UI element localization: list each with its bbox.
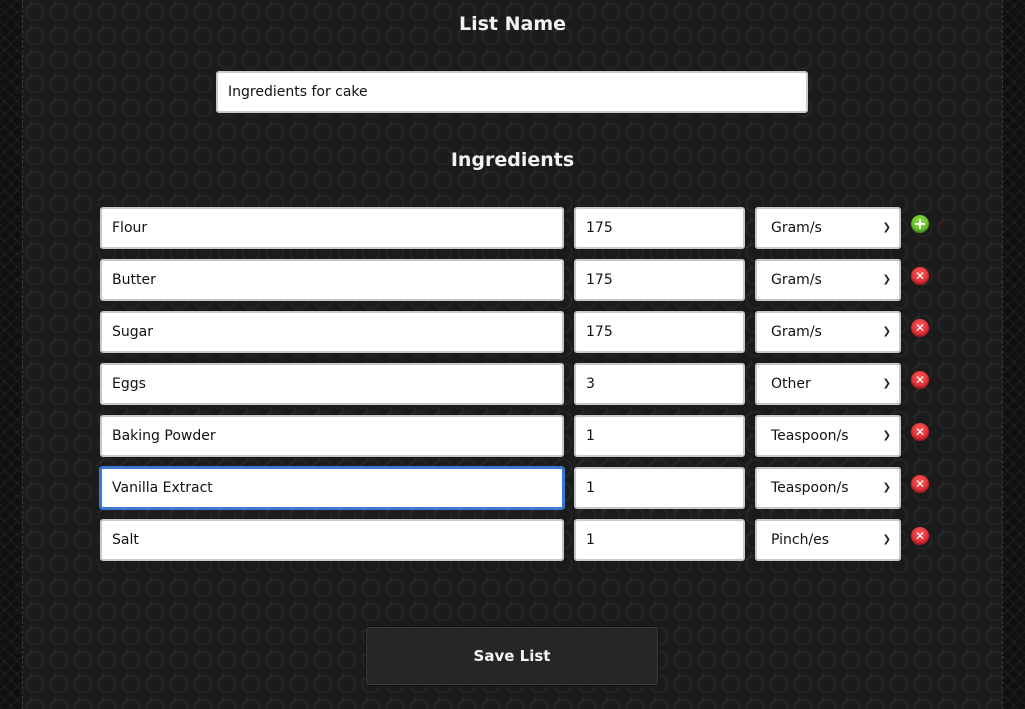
ingredient-name-input[interactable] — [100, 363, 564, 405]
unit-select-value: Pinch/es — [771, 532, 830, 548]
ingredient-unit-select[interactable]: Gram/s ❯ — [755, 259, 901, 301]
page-border-left — [0, 0, 23, 709]
ingredient-row: Gram/s ❯ ✕ — [0, 259, 1025, 301]
ingredient-name-input[interactable] — [100, 259, 564, 301]
ingredient-unit-select[interactable]: Pinch/es ❯ — [755, 519, 901, 561]
chevron-down-icon: ❯ — [882, 482, 891, 493]
ingredient-unit-select[interactable]: Gram/s ❯ — [755, 207, 901, 249]
ingredient-unit-select[interactable]: Teaspoon/s ❯ — [755, 467, 901, 509]
ingredient-quantity-input[interactable] — [574, 415, 745, 457]
ingredient-row: Gram/s ❯ + — [0, 207, 1025, 249]
unit-select-value: Gram/s — [771, 220, 822, 236]
save-list-button[interactable]: Save List — [365, 626, 659, 686]
ingredient-unit-select[interactable]: Teaspoon/s ❯ — [755, 415, 901, 457]
ingredient-quantity-input[interactable] — [574, 467, 745, 509]
remove-ingredient-button[interactable]: ✕ — [911, 267, 929, 285]
ingredient-quantity-input[interactable] — [574, 259, 745, 301]
ingredient-row: Teaspoon/s ❯ ✕ — [0, 467, 1025, 509]
plus-circle-icon: + — [913, 214, 927, 233]
chevron-down-icon: ❯ — [882, 430, 891, 441]
add-ingredient-button[interactable]: + — [911, 215, 929, 233]
ingredient-unit-select[interactable]: Gram/s ❯ — [755, 311, 901, 353]
ingredient-row: Other ❯ ✕ — [0, 363, 1025, 405]
remove-ingredient-button[interactable]: ✕ — [911, 527, 929, 545]
remove-ingredient-button[interactable]: ✕ — [911, 423, 929, 441]
close-circle-icon: ✕ — [914, 425, 926, 439]
unit-select-value: Gram/s — [771, 272, 822, 288]
ingredient-row: Teaspoon/s ❯ ✕ — [0, 415, 1025, 457]
ingredient-name-input[interactable] — [100, 519, 564, 561]
ingredient-name-input[interactable] — [100, 311, 564, 353]
chevron-down-icon: ❯ — [882, 222, 891, 233]
unit-select-value: Teaspoon/s — [771, 428, 849, 444]
close-circle-icon: ✕ — [914, 529, 926, 543]
unit-select-value: Other — [771, 376, 811, 392]
ingredient-name-input[interactable] — [100, 467, 564, 509]
close-circle-icon: ✕ — [914, 477, 926, 491]
unit-select-value: Teaspoon/s — [771, 480, 849, 496]
remove-ingredient-button[interactable]: ✕ — [911, 371, 929, 389]
ingredient-unit-select[interactable]: Other ❯ — [755, 363, 901, 405]
chevron-down-icon: ❯ — [882, 378, 891, 389]
ingredient-quantity-input[interactable] — [574, 311, 745, 353]
ingredient-quantity-input[interactable] — [574, 207, 745, 249]
chevron-down-icon: ❯ — [882, 326, 891, 337]
ingredient-quantity-input[interactable] — [574, 363, 745, 405]
ingredient-quantity-input[interactable] — [574, 519, 745, 561]
ingredient-name-input[interactable] — [100, 207, 564, 249]
ingredient-row: Pinch/es ❯ ✕ — [0, 519, 1025, 561]
chevron-down-icon: ❯ — [882, 274, 891, 285]
page-border-right — [1002, 0, 1025, 709]
list-name-heading: List Name — [458, 13, 567, 35]
ingredients-heading: Ingredients — [450, 149, 575, 171]
ingredient-row: Gram/s ❯ ✕ — [0, 311, 1025, 353]
ingredient-name-input[interactable] — [100, 415, 564, 457]
list-name-input[interactable] — [216, 71, 808, 113]
close-circle-icon: ✕ — [914, 321, 926, 335]
remove-ingredient-button[interactable]: ✕ — [911, 319, 929, 337]
remove-ingredient-button[interactable]: ✕ — [911, 475, 929, 493]
close-circle-icon: ✕ — [914, 269, 926, 283]
chevron-down-icon: ❯ — [882, 534, 891, 545]
unit-select-value: Gram/s — [771, 324, 822, 340]
close-circle-icon: ✕ — [914, 373, 926, 387]
